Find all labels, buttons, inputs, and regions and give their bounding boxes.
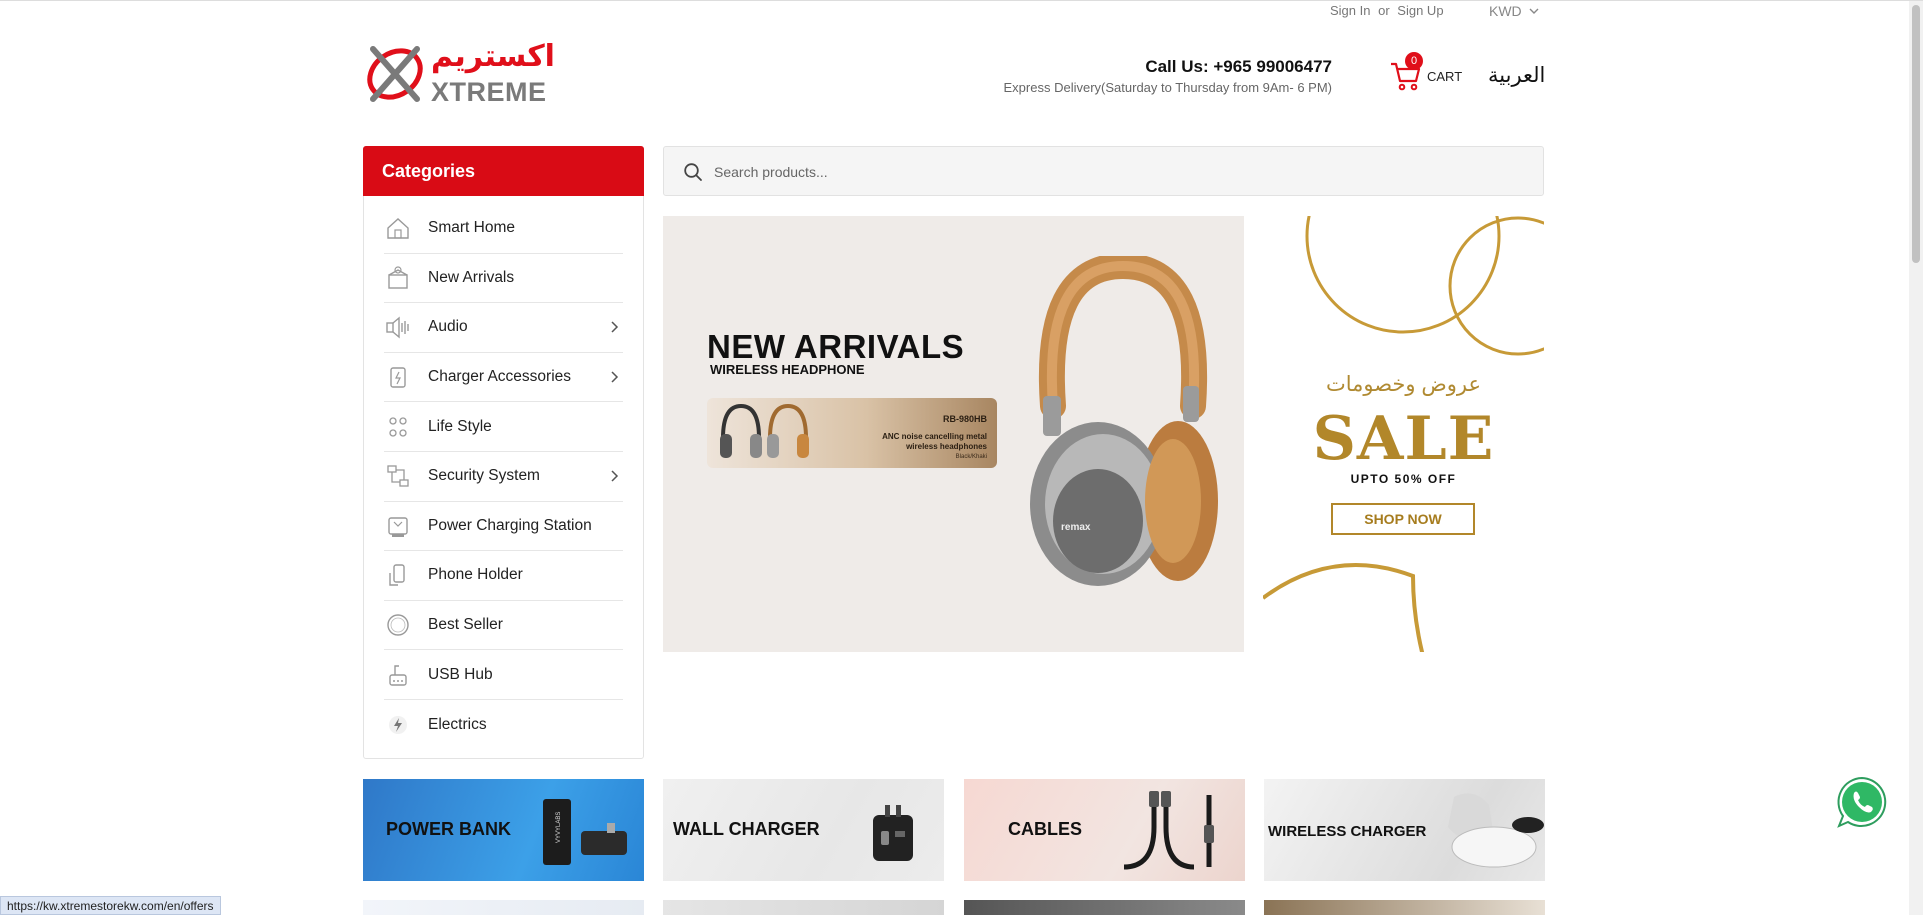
wireless-charger-image: [1448, 793, 1544, 868]
status-url: https://kw.xtremestorekw.com/en/offers: [0, 896, 221, 915]
category-item-smart-home[interactable]: Smart Home: [384, 204, 623, 254]
audio-icon: [384, 313, 412, 341]
category-item-security-system[interactable]: Security System: [384, 452, 623, 502]
tile-label: WIRELESS CHARGER: [1268, 823, 1427, 840]
logo-arabic: اكستريم: [431, 40, 555, 73]
site-logo[interactable]: اكستريم XTREME: [363, 39, 555, 109]
categories-title: Categories: [363, 146, 644, 196]
new-arrivals-icon: [384, 264, 412, 292]
headphones-brand: remax: [1061, 522, 1091, 533]
usb-hub-icon: [384, 661, 412, 689]
currency-label: KWD: [1489, 3, 1522, 19]
cart-label: CART: [1427, 69, 1463, 84]
hero-color: Black/Khaki: [955, 454, 987, 460]
category-item-usb-hub[interactable]: USB Hub: [384, 650, 623, 700]
charger-icon: [384, 363, 412, 391]
category-label: Phone Holder: [428, 566, 523, 584]
hero-title: NEW ARRIVALS: [707, 328, 965, 365]
smart-home-icon: [384, 214, 412, 242]
search-icon[interactable]: [683, 162, 703, 182]
tile-wall-charger[interactable]: WALL CHARGER: [663, 779, 944, 881]
power-bank-image: VYVYLABS: [543, 799, 627, 865]
wall-charger-image: [873, 805, 913, 861]
category-label: Electrics: [428, 715, 487, 733]
power-bank-brand: VYVYLABS: [556, 812, 562, 843]
cart-count-badge: 0: [1405, 52, 1423, 70]
headphones-image: remax: [1030, 256, 1218, 586]
lifestyle-icon: [384, 413, 412, 441]
tile-wireless-charger[interactable]: WIRELESS CHARGER: [1264, 779, 1545, 881]
chevron-right-icon[interactable]: [607, 370, 621, 384]
logo-text: XTREME: [431, 77, 547, 107]
sale-banner[interactable]: عروض وخصومات SALE UPTO 50% OFF SHOP NOW: [1263, 216, 1544, 652]
tile-label: CABLES: [1008, 819, 1083, 839]
category-label: Best Seller: [428, 616, 503, 634]
chevron-down-icon: [1529, 8, 1539, 14]
best-seller-icon: [384, 611, 412, 639]
tile-row-2-d: [1264, 900, 1545, 915]
phone-holder-icon: [384, 561, 412, 589]
category-label: New Arrivals: [428, 268, 515, 286]
sale-arabic: عروض وخصومات: [1325, 373, 1482, 396]
category-label: Security System: [428, 467, 540, 485]
electrics-icon: [384, 711, 412, 739]
hero-subtitle: WIRELESS HEADPHONE: [710, 362, 865, 377]
sign-in-link[interactable]: Sign In: [1330, 3, 1370, 18]
categories-list: Smart Home New Arrivals Audio Charger Acces…: [364, 196, 643, 750]
sale-upto: UPTO 50% OFF: [1350, 472, 1457, 486]
hero-description: ANC noise cancelling metal wireless head…: [882, 432, 987, 451]
category-item-best-seller[interactable]: Best Seller: [384, 601, 623, 651]
headphones-thumbnail-icon: [720, 403, 809, 458]
or-text: or: [1378, 3, 1390, 18]
security-icon: [384, 462, 412, 490]
chevron-right-icon[interactable]: [607, 320, 621, 334]
tile-row-2-c: [964, 900, 1245, 915]
shop-now-button[interactable]: SHOP NOW: [1331, 503, 1475, 535]
whatsapp-button[interactable]: [1834, 774, 1890, 830]
category-label: Life Style: [428, 417, 492, 435]
category-item-life-style[interactable]: Life Style: [384, 402, 623, 452]
tile-power-bank[interactable]: POWER BANK VYVYLABS: [363, 779, 644, 881]
scrollbar-thumb[interactable]: [1912, 5, 1920, 263]
express-delivery: Express Delivery(Saturday to Thursday fr…: [1003, 80, 1332, 95]
categories-panel: Categories Smart Home New Arrivals Audio Ch…: [363, 146, 644, 759]
page-scrollbar[interactable]: [1909, 1, 1923, 915]
tile-label: POWER BANK: [386, 819, 511, 839]
category-item-audio[interactable]: Audio: [384, 303, 623, 353]
page: Sign In or Sign Up KWD اكستريم XTREME Ca…: [0, 0, 1923, 915]
hero-product-card: RB-980HB ANC noise cancelling metal wire…: [707, 398, 997, 468]
call-us: Call Us: +965 99006477: [1145, 57, 1332, 76]
category-label: Charger Accessories: [428, 368, 572, 386]
category-item-power-charging-station[interactable]: Power Charging Station: [384, 502, 623, 552]
sale-title: SALE: [1312, 404, 1495, 474]
cables-image: [1123, 791, 1214, 870]
category-item-new-arrivals[interactable]: New Arrivals: [384, 254, 623, 304]
category-label: USB Hub: [428, 665, 493, 683]
category-label: Power Charging Station: [428, 516, 592, 534]
category-item-electrics[interactable]: Electrics: [384, 700, 623, 750]
chevron-right-icon[interactable]: [607, 469, 621, 483]
category-item-charger-accessories[interactable]: Charger Accessories: [384, 353, 623, 403]
category-label: Audio: [428, 318, 468, 336]
cart-button[interactable]: 0 CART: [1389, 52, 1463, 97]
hero-banner[interactable]: NEW ARRIVALS WIRELESS HEADPHONE RB-980HB…: [663, 216, 1244, 652]
category-label: Smart Home: [428, 219, 515, 237]
hero-model: RB-980HB: [942, 414, 987, 424]
whatsapp-icon: [1837, 776, 1887, 828]
charging-station-icon: [384, 512, 412, 540]
search-bar: [663, 146, 1544, 196]
language-switch[interactable]: العربية: [1488, 63, 1545, 88]
category-item-phone-holder[interactable]: Phone Holder: [384, 551, 623, 601]
search-input[interactable]: [714, 159, 1514, 185]
sign-up-link[interactable]: Sign Up: [1397, 3, 1443, 18]
tile-cables[interactable]: CABLES: [964, 779, 1245, 881]
tile-row-2-a: [363, 900, 644, 915]
currency-selector[interactable]: KWD: [1489, 3, 1539, 19]
tile-label: WALL CHARGER: [673, 819, 820, 839]
tile-row-2-b: [663, 900, 944, 915]
account-links: Sign In or Sign Up: [1330, 3, 1448, 18]
